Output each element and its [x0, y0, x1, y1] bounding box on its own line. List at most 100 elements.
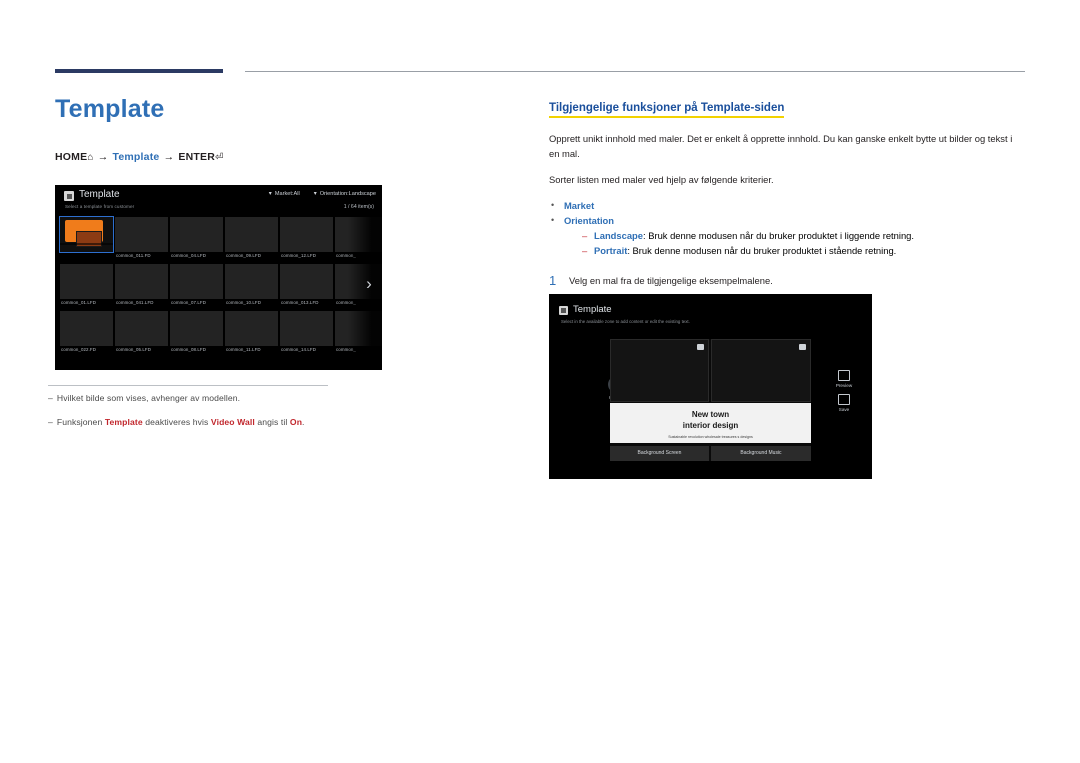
template-cell[interactable]: common_09.LFD [225, 217, 278, 262]
screenshot2-title: Template [573, 304, 612, 315]
template-cell[interactable]: common_07.LFD [170, 264, 223, 309]
breadcrumb-arrow-2: → [163, 151, 175, 163]
header-rule-right [245, 71, 1025, 72]
save-label: Save [838, 407, 850, 412]
intro-paragraph: Opprett unikt innhold med maler. Det er … [549, 133, 1013, 159]
template-thumb [225, 264, 278, 299]
template-label: common_09.LFD [226, 253, 261, 258]
subbullet-dash: ‒ [582, 229, 588, 241]
template-label: common_07.LFD [171, 300, 206, 305]
image-icon-2 [799, 344, 806, 350]
step-number: 1 [549, 272, 557, 288]
template-cell[interactable]: common_022.FD [60, 311, 113, 356]
bullet-market-label: Market [564, 199, 595, 211]
screenshot1-subtitle: Select a template from customer [65, 204, 135, 209]
chevron-down-icon-2: ▾ [313, 191, 317, 197]
template-cell[interactable]: common_011.FD [115, 217, 168, 262]
note2-mid2: angis til [254, 417, 290, 427]
template-thumb [60, 264, 113, 299]
template-window-icon [64, 191, 74, 201]
page-title: Template [55, 95, 165, 123]
template-cell[interactable]: common_ [335, 311, 382, 356]
note2-keyword-template: Template [104, 417, 143, 427]
note2-keyword-on: On [289, 417, 303, 427]
note-2: ‒ Funksjonen Template deaktiveres hvis Vi… [48, 417, 305, 427]
preview-button[interactable]: Preview [826, 370, 862, 388]
enter-icon: ⏎ [214, 152, 224, 163]
subbullet-landscape-label: Landscape [594, 229, 643, 241]
template-cell[interactable]: common_013.LFD [280, 264, 333, 309]
template-thumb [335, 311, 382, 346]
template-list-screenshot: Template Select a template from customer… [55, 185, 382, 370]
filter-market[interactable]: ▾ Market:All [269, 190, 300, 197]
template-thumb [60, 311, 113, 346]
template-label: common_11.LFD [226, 347, 261, 352]
template-label: common_011.FD [116, 253, 151, 258]
breadcrumb: HOME⌂ → Template → ENTER⏎ [55, 151, 495, 163]
home-icon: ⌂ [87, 152, 94, 163]
preview-icon [838, 370, 850, 381]
image-slot-right[interactable] [711, 339, 811, 402]
template-label: common_013.LFD [281, 300, 319, 305]
image-icon [697, 344, 704, 350]
caption-block[interactable]: New town interior design Sustainable rev… [610, 403, 811, 443]
preview-label: Preview [835, 383, 853, 388]
template-thumb [280, 311, 333, 346]
background-music-button[interactable]: Background Music [711, 446, 811, 461]
chevron-down-icon: ▾ [268, 191, 272, 197]
background-screen-button[interactable]: Background Screen [610, 446, 709, 461]
template-cell[interactable]: common_05.LFD [115, 311, 168, 356]
template-label: common_ [336, 253, 356, 258]
next-page-arrow[interactable]: › [360, 269, 378, 299]
filter-orientation-value: Landscape [348, 191, 376, 197]
note-dash: ‒ [48, 393, 53, 403]
bullet-market: • Market [551, 198, 1027, 213]
breadcrumb-arrow-1: → [97, 151, 109, 163]
right-column: Tilgjengelige funksjoner på Template-sid… [549, 98, 1027, 288]
note-1: ‒ Hvilket bilde som vises, avhenger av mo… [48, 393, 240, 403]
subbullet-portrait-label: Portrait [594, 245, 628, 256]
template-label: common_14.LFD [281, 347, 316, 352]
template-cell[interactable]: common_10.LFD [225, 264, 278, 309]
template-thumb [115, 217, 168, 252]
template-cell[interactable]: common_01.LFD [60, 264, 113, 309]
template-cell-selected[interactable] [59, 216, 114, 262]
screenshot1-title: Template [79, 189, 120, 200]
header-rule-left [55, 69, 223, 73]
breadcrumb-enter: ENTER [178, 151, 215, 163]
template-window-icon-2 [559, 306, 568, 315]
note2-mid: deaktiveres hvis [142, 417, 211, 427]
criteria-list: • Market • Orientation ‒ Landscape: Bruk… [549, 198, 1027, 259]
note2-end: . [302, 417, 305, 427]
template-cell[interactable]: common_11.LFD [225, 311, 278, 356]
template-cell[interactable]: common_08.LFD [170, 311, 223, 356]
template-cell[interactable]: common_04.LFD [170, 217, 223, 262]
template-cell[interactable]: common_14.LFD [280, 311, 333, 356]
template-label: common_041.LFD [116, 300, 154, 305]
template-grid: common_011.FD common_04.LFD common_09.LF… [55, 216, 382, 356]
image-slot-left[interactable] [610, 339, 709, 402]
caption-line-2: interior design [682, 421, 739, 430]
save-button[interactable]: Save [826, 394, 862, 412]
subbullet-portrait-text: : Bruk denne modusen når du bruker produ… [627, 245, 897, 256]
bullet-dot-2: • [551, 214, 555, 225]
template-cell[interactable]: common_ [335, 217, 382, 262]
template-label: common_05.LFD [116, 347, 151, 352]
bullet-dot: • [551, 199, 555, 210]
template-cell[interactable]: common_041.LFD [115, 264, 168, 309]
screenshot2-subtitle: Select in the available zone to add cont… [561, 319, 690, 324]
template-thumb [170, 311, 223, 346]
template-selected-label [60, 243, 113, 245]
template-thumb [280, 217, 333, 252]
subbullet-landscape-text: : Bruk denne modusen når du bruker produ… [642, 229, 914, 241]
template-thumb [115, 311, 168, 346]
template-label: common_01.LFD [61, 300, 96, 305]
template-thumb [115, 264, 168, 299]
note-text: Hvilket bilde som vises, avhenger av mod… [56, 393, 241, 403]
template-cell[interactable]: common_12.LFD [280, 217, 333, 262]
template-thumb [225, 311, 278, 346]
template-thumb [170, 264, 223, 299]
filter-orientation[interactable]: ▾ Orientation:Landscape [314, 190, 376, 197]
screenshot1-topbar: Template Select a template from customer… [55, 185, 382, 217]
screenshot1-filters: ▾ Market:All ▾ Orientation:Landscape [269, 190, 376, 197]
